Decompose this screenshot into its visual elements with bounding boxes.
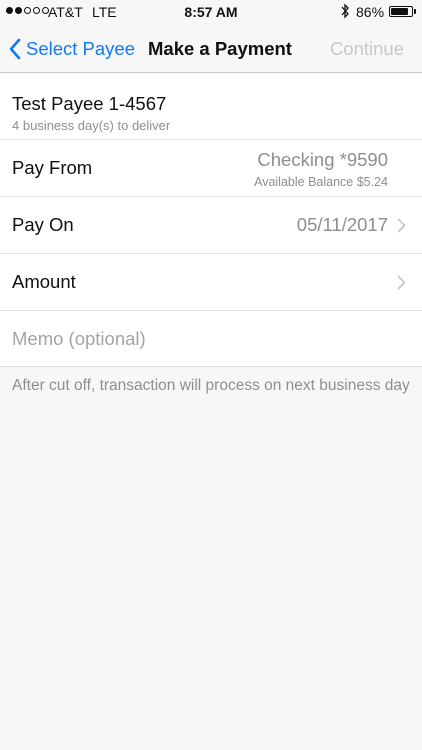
page-title: Make a Payment <box>148 38 292 59</box>
cutoff-footnote: After cut off, transaction will process … <box>12 377 410 394</box>
pay-on-label: Pay On <box>12 214 74 235</box>
continue-button[interactable]: Continue <box>330 38 404 60</box>
pay-from-account: Checking *9590 <box>257 149 388 170</box>
payee-name: Test Payee 1-4567 <box>12 93 167 114</box>
chevron-right-icon <box>397 218 406 233</box>
amount-label: Amount <box>12 271 76 292</box>
battery-tip <box>414 9 416 14</box>
back-button-label: Select Payee <box>26 38 136 59</box>
pay-from-label: Pay From <box>12 157 93 178</box>
chevron-left-icon <box>9 38 21 60</box>
amount-row[interactable]: Amount <box>0 254 422 311</box>
chevron-right-icon <box>397 275 406 290</box>
memo-row <box>0 311 422 367</box>
delivery-note: 4 business day(s) to deliver <box>12 118 171 133</box>
pay-on-date: 05/11/2017 <box>296 214 388 235</box>
memo-input[interactable] <box>12 325 392 353</box>
payment-form: Test Payee 1-4567 4 business day(s) to d… <box>0 73 422 367</box>
battery-percent: 86% <box>356 4 385 20</box>
payee-summary: Test Payee 1-4567 4 business day(s) to d… <box>0 73 422 140</box>
available-balance: Available Balance $5.24 <box>254 175 388 189</box>
pay-on-row[interactable]: Pay On 05/11/2017 <box>0 197 422 254</box>
battery-icon <box>389 6 413 17</box>
pay-from-row[interactable]: Pay From Checking *9590 Available Balanc… <box>0 140 422 197</box>
back-button[interactable]: Select Payee <box>8 34 135 64</box>
navigation-bar: Select Payee Make a Payment Continue <box>0 26 422 73</box>
status-bar: AT&T LTE 8:57 AM 86% <box>0 0 422 26</box>
bluetooth-icon <box>341 3 349 19</box>
